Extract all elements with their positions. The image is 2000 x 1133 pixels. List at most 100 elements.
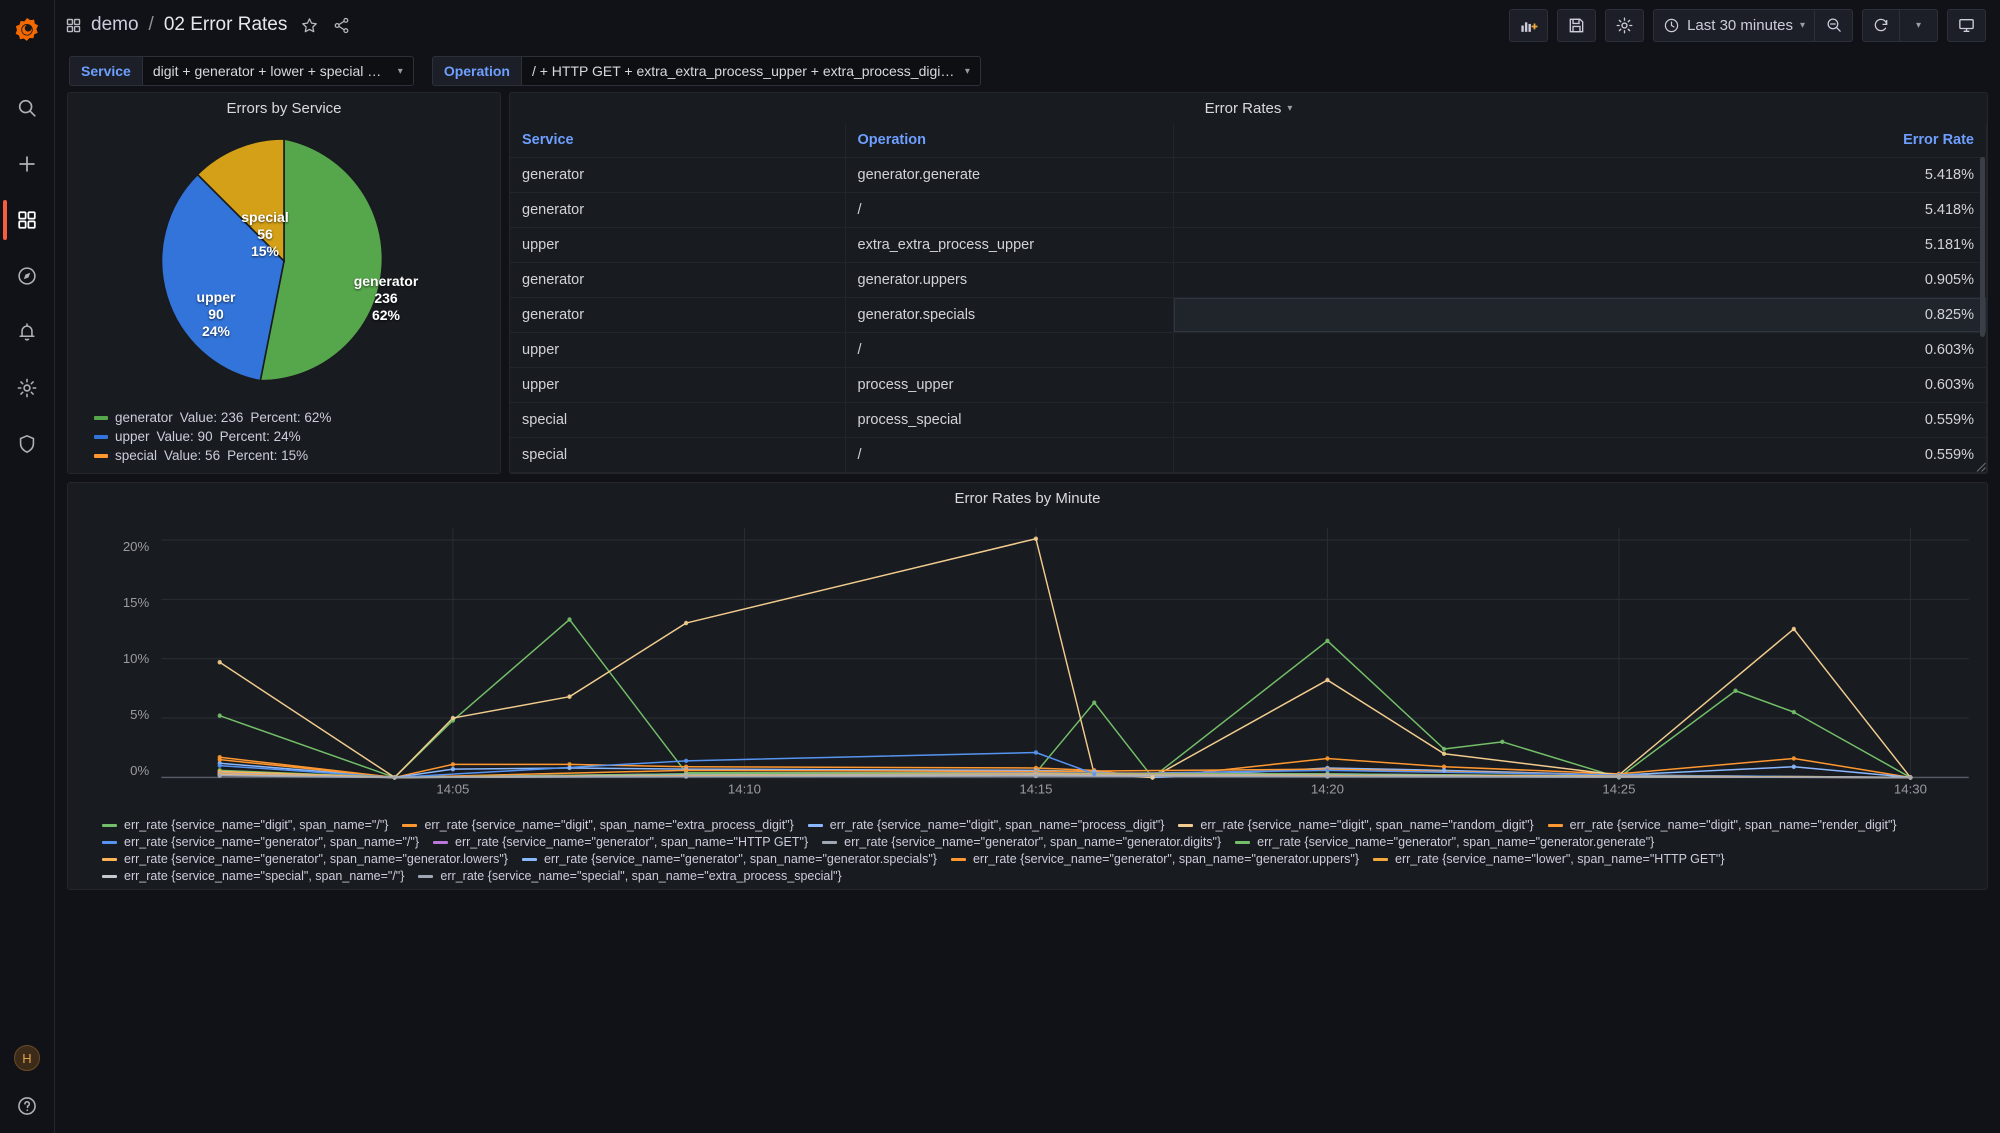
legend-item[interactable]: err_rate {service_name="generator", span…	[433, 835, 808, 849]
toolbar-actions: Last 30 minutes ▾ ▾	[1509, 8, 1986, 42]
gear-icon	[1616, 17, 1633, 33]
main-content: demo / 02 Error Rates Last 30 minutes ▾ …	[55, 0, 2000, 1133]
help-icon	[18, 1097, 36, 1115]
legend-series-name: err_rate {service_name="special", span_n…	[124, 869, 405, 883]
legend-item[interactable]: upper Value: 90 Percent: 24%	[94, 429, 301, 444]
table-row[interactable]: generator / 5.418%	[510, 192, 1987, 228]
breadcrumb-folder[interactable]: demo	[91, 14, 139, 36]
table-row[interactable]: upper / 0.603%	[510, 332, 1987, 368]
sidebar-item-explore[interactable]	[4, 248, 50, 304]
panel-title-error-rates-by-minute[interactable]: Error Rates by Minute	[68, 483, 1987, 513]
search-icon	[18, 99, 36, 117]
svg-text:5%: 5%	[130, 707, 149, 722]
avatar[interactable]: H	[14, 1045, 40, 1071]
legend-percent: Percent: 15%	[227, 448, 309, 463]
legend-series-name: err_rate {service_name="digit", span_nam…	[1569, 818, 1897, 832]
legend-item[interactable]: err_rate {service_name="generator", span…	[102, 852, 508, 866]
panel-title-error-rates[interactable]: Error Rates ▾	[510, 93, 1987, 123]
sidebar-item-search[interactable]	[4, 80, 50, 136]
cell-operation: generator.generate	[845, 157, 1174, 193]
sidebar-item-help[interactable]	[4, 1089, 50, 1123]
legend-value: Value: 236	[179, 410, 244, 425]
table-scrollbar[interactable]	[1980, 157, 1985, 463]
variable-operation-value: / + HTTP GET + extra_extra_process_upper…	[531, 63, 955, 79]
sidebar-bottom: H	[4, 1045, 50, 1133]
panel-resize-handle[interactable]	[1976, 462, 1986, 472]
template-variables: Service digit + generator + lower + spec…	[55, 50, 2000, 92]
legend-item[interactable]: err_rate {service_name="special", span_n…	[418, 869, 842, 883]
legend-series-name: err_rate {service_name="lower", span_nam…	[1395, 852, 1725, 866]
add-panel-button[interactable]	[1509, 8, 1549, 42]
legend-series-name: err_rate {service_name="generator", span…	[972, 852, 1360, 866]
sidebar-item-configuration[interactable]	[4, 360, 50, 416]
sidebar-item-create[interactable]	[4, 136, 50, 192]
legend-item[interactable]: err_rate {service_name="digit", span_nam…	[402, 818, 794, 832]
svg-text:14:25: 14:25	[1602, 781, 1635, 796]
grafana-logo-icon[interactable]	[7, 8, 47, 54]
legend-item[interactable]: err_rate {service_name="lower", span_nam…	[1373, 852, 1725, 866]
table-header-row: Service Operation Error Rate	[510, 123, 1987, 158]
table-row[interactable]: upper process_upper 0.603%	[510, 367, 1987, 403]
legend-item[interactable]: err_rate {service_name="generator", span…	[1235, 835, 1654, 849]
legend-series-name: err_rate {service_name="digit", span_nam…	[124, 818, 389, 832]
legend-item[interactable]: err_rate {service_name="digit", span_nam…	[807, 818, 1164, 832]
variable-service-select[interactable]: digit + generator + lower + special + up…	[141, 56, 414, 86]
legend-item[interactable]: err_rate {service_name="digit", span_nam…	[102, 818, 388, 832]
legend-item[interactable]: err_rate {service_name="digit", span_nam…	[1178, 818, 1534, 832]
kiosk-mode-button[interactable]	[1947, 8, 1986, 42]
timeseries-chart[interactable]: 0% 5% 10% 15% 20% 14:05 14:10 14:15 14:20 14:25 14…	[68, 513, 1987, 814]
pie-chart[interactable]: generator 236 62% upper 90 24% special 5…	[68, 123, 500, 404]
share-icon[interactable]	[332, 16, 351, 35]
refresh-interval-picker[interactable]: ▾	[1900, 8, 1938, 42]
cell-operation: process_special	[845, 402, 1174, 438]
cell-service: upper	[510, 227, 846, 263]
sidebar-item-alerting[interactable]	[4, 304, 50, 360]
svg-text:20%: 20%	[123, 539, 150, 554]
sidebar-item-server-admin[interactable]	[4, 416, 50, 472]
legend-item[interactable]: special Value: 56 Percent: 15%	[94, 448, 500, 463]
table-row[interactable]: upper extra_extra_process_upper 5.181%	[510, 227, 1987, 263]
cell-service: generator	[510, 297, 846, 333]
breadcrumb: demo / 02 Error Rates	[65, 14, 351, 36]
legend-item[interactable]: err_rate {service_name="digit", span_nam…	[1547, 818, 1897, 832]
time-range-picker[interactable]: Last 30 minutes ▾	[1653, 8, 1815, 42]
cell-error-rate: 0.559%	[1173, 402, 1987, 438]
pie-legend: generator Value: 236 Percent: 62% upper …	[68, 404, 500, 473]
table-row[interactable]: generator generator.uppers 0.905%	[510, 262, 1987, 298]
column-header-error-rate[interactable]: Error Rate	[1173, 123, 1987, 158]
column-header-service[interactable]: Service	[510, 123, 846, 158]
legend-value: Value: 56	[164, 448, 221, 463]
zoom-out-icon	[1827, 18, 1841, 32]
save-dashboard-button[interactable]	[1557, 8, 1597, 42]
legend-item[interactable]: err_rate {service_name="generator", span…	[950, 852, 1360, 866]
table-row[interactable]: special process_special 0.559%	[510, 402, 1987, 438]
panel-title-errors-by-service[interactable]: Errors by Service	[68, 93, 500, 123]
legend-color-swatch	[102, 857, 117, 861]
legend-item[interactable]: err_rate {service_name="special", span_n…	[102, 869, 404, 883]
column-header-operation[interactable]: Operation	[845, 123, 1174, 158]
legend-item[interactable]: err_rate {service_name="generator", span…	[521, 852, 937, 866]
chevron-down-icon[interactable]: ▾	[1287, 103, 1292, 114]
legend-item[interactable]: generator Value: 236 Percent: 62%	[94, 410, 331, 425]
cell-operation: generator.uppers	[845, 262, 1174, 298]
cell-error-rate: 0.288%	[1173, 472, 1987, 473]
sidebar-item-dashboards[interactable]	[3, 192, 50, 248]
panel-body-pie: generator 236 62% upper 90 24% special 5…	[68, 123, 500, 473]
cell-service: generator	[510, 262, 846, 298]
chevron-down-icon: ▾	[1799, 19, 1805, 31]
legend-item[interactable]: err_rate {service_name="generator", span…	[102, 835, 419, 849]
legend-series-name: err_rate {service_name="digit", span_nam…	[1200, 818, 1534, 832]
refresh-button[interactable]	[1862, 8, 1900, 42]
gear-icon	[17, 378, 37, 398]
table-row[interactable]: special / 0.559%	[510, 437, 1987, 473]
star-icon[interactable]	[300, 16, 319, 35]
dashboard-settings-button[interactable]	[1605, 8, 1645, 42]
variable-operation-select[interactable]: / + HTTP GET + extra_extra_process_upper…	[520, 56, 981, 86]
table-row[interactable]: generator generator.generate 5.418%	[510, 157, 1987, 193]
table-row[interactable]: generator HTTP GET 0.288%	[510, 472, 1987, 473]
table-row[interactable]: generator generator.specials 0.825%	[510, 297, 1987, 333]
table-scroll-area[interactable]: Service Operation Error Rate generator g…	[510, 123, 1987, 473]
legend-item[interactable]: err_rate {service_name="generator", span…	[822, 835, 1221, 849]
zoom-out-time-range[interactable]	[1815, 8, 1853, 42]
legend-color-swatch	[433, 840, 449, 844]
